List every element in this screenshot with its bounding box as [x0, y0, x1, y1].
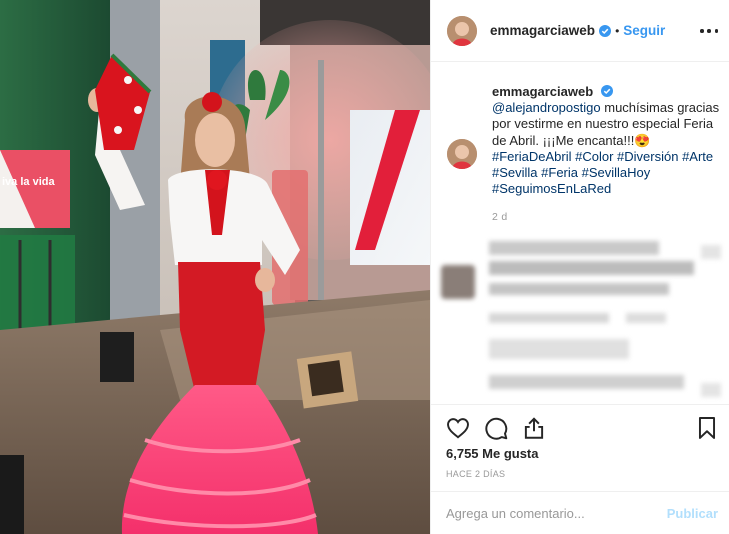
hashtag-link[interactable]: #Diversión — [617, 149, 678, 164]
hashtag-link[interactable]: #SevillaHoy — [582, 165, 651, 180]
post-timestamp: HACE 2 DÍAS — [446, 469, 506, 479]
comments-section[interactable]: emmagarciaweb @alejandropostigo muchísim… — [431, 63, 729, 403]
caption-avatar[interactable] — [447, 139, 477, 169]
likes-count[interactable]: 6,755 Me gusta — [446, 446, 539, 461]
hashtag-link[interactable]: #Color — [575, 149, 613, 164]
caption-emoji: 😍 — [634, 132, 651, 148]
like-icon[interactable] — [445, 415, 471, 441]
verified-icon — [599, 24, 612, 37]
avatar[interactable] — [447, 15, 477, 46]
caption-mention[interactable]: @alejandropostigo — [492, 100, 601, 115]
post-actions: 6,755 Me gusta HACE 2 DÍAS Publicar — [431, 404, 729, 534]
blurred-comments — [431, 235, 729, 403]
share-icon[interactable] — [521, 415, 547, 441]
save-icon[interactable] — [694, 415, 720, 441]
hashtag-link[interactable]: #FeriaDeAbril — [492, 149, 571, 164]
hashtag-link[interactable]: #Arte — [682, 149, 713, 164]
post-header: emmagarciaweb • Seguir — [431, 0, 729, 62]
more-options-icon[interactable] — [700, 22, 718, 40]
hashtag-link[interactable]: #SeguimosEnLaRed — [492, 181, 611, 196]
photo-sign-text: iva la vida — [2, 176, 55, 188]
caption-username[interactable]: emmagarciaweb — [492, 84, 593, 99]
post-photo[interactable]: iva la vida — [0, 0, 430, 534]
verified-icon — [600, 85, 613, 97]
instagram-post: iva la vida emmagarciaweb • Seguir emmag… — [0, 0, 729, 534]
post-side-panel: emmagarciaweb • Seguir emmagarciaweb @al… — [430, 0, 729, 534]
hashtag-link[interactable]: #Feria — [541, 165, 578, 180]
post-caption: emmagarciaweb @alejandropostigo muchísim… — [431, 63, 729, 226]
header-username[interactable]: emmagarciaweb — [490, 23, 595, 38]
follow-button[interactable]: Seguir — [623, 23, 665, 38]
publish-button[interactable]: Publicar — [667, 506, 718, 521]
separator-dot: • — [615, 23, 620, 38]
caption-time: 2 d — [492, 211, 508, 224]
hashtag-link[interactable]: #Sevilla — [492, 165, 538, 180]
comment-icon[interactable] — [483, 415, 509, 441]
comment-input[interactable] — [446, 506, 667, 521]
add-comment-bar: Publicar — [431, 491, 729, 534]
